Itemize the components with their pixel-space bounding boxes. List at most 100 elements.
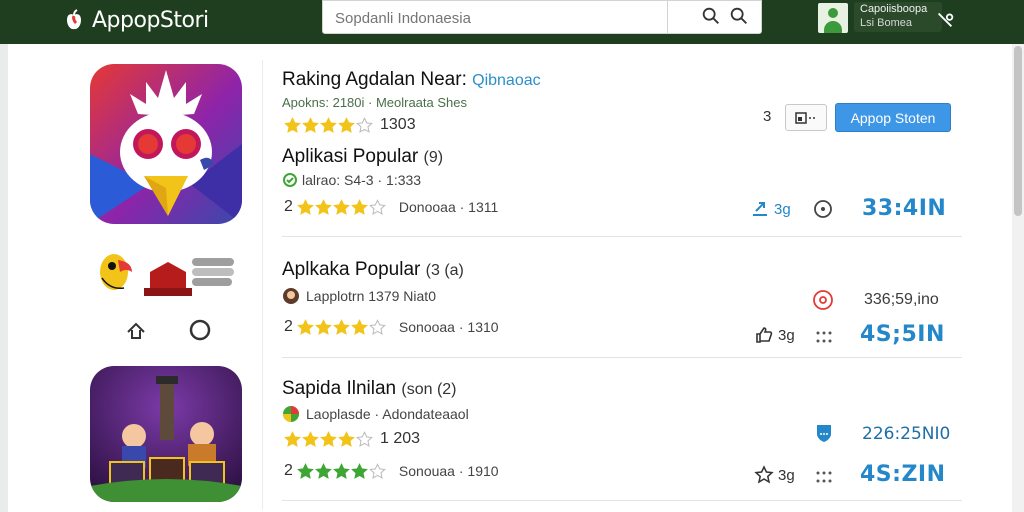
star-empty-icon [369, 318, 386, 336]
listing-4-price[interactable]: 4S:ZIN [860, 462, 946, 487]
listing-3-title[interactable]: Aplkaka Popular (3 (a) [282, 259, 464, 281]
listing-3-title-paren: (3 (a) [425, 262, 464, 279]
app-icon-game[interactable] [90, 366, 242, 502]
listing-1-title-text: Raking Agdalan Near: [282, 69, 467, 90]
listing-1-count: 3 [763, 108, 772, 125]
install-button[interactable]: Appop Stoten [835, 103, 951, 132]
row-divider [282, 357, 962, 358]
grid-dots-icon[interactable] [813, 326, 835, 348]
star-filled-icon [338, 430, 355, 448]
rating-stars [297, 318, 387, 336]
rating-value: 1303 [380, 116, 416, 133]
app-icon-bird[interactable] [90, 64, 242, 224]
star-empty-icon [356, 116, 373, 134]
more-options-button[interactable] [785, 104, 827, 131]
search-bar [322, 0, 762, 34]
listing-2-meta-row: lalrao: S4-3 · 1:333 [282, 172, 421, 188]
user-menu-icon[interactable] [934, 8, 960, 30]
listing-2-share-action[interactable]: 3g [750, 199, 791, 219]
user-name: Capoiisboopa [860, 3, 928, 15]
developer-avatar-icon [283, 288, 299, 304]
listing-2-title-text: Aplikasi Popular [282, 146, 419, 167]
rating-label: Sonouaa · 1910 [398, 463, 499, 479]
avatar-body [824, 21, 842, 33]
book-mini-icon [144, 262, 192, 296]
listing-4-title-paren: (son (2) [401, 381, 457, 398]
info-icon[interactable] [812, 198, 834, 220]
star-empty-icon [369, 462, 386, 480]
shield-icon[interactable] [813, 422, 835, 444]
action-label: 3g [778, 466, 795, 484]
scroll-thumb[interactable] [1014, 46, 1022, 216]
check-circle-icon [283, 173, 297, 187]
search-input[interactable] [335, 7, 655, 29]
star-empty-icon [356, 430, 373, 448]
rating-stars [297, 462, 387, 480]
listing-1-title[interactable]: Raking Agdalan Near: Qibnaoac [282, 69, 541, 91]
star-outline-icon [754, 465, 774, 484]
search-divider [667, 1, 668, 34]
star-filled-icon [284, 116, 301, 134]
rating-stars [297, 198, 387, 216]
listing-4-title-text: Sapida Ilnilan [282, 378, 397, 399]
star-filled-icon [315, 198, 332, 216]
star-filled-icon [297, 318, 314, 336]
star-filled-icon [297, 462, 314, 480]
star-filled-icon [302, 116, 319, 134]
brand[interactable]: AppopStori [62, 6, 209, 34]
listing-1-rating: 1303 [280, 116, 416, 134]
listing-3-price-top: 336;59,ino [864, 291, 939, 308]
action-label: 3g [778, 326, 795, 344]
star-filled-icon [333, 318, 350, 336]
star-filled-icon [284, 430, 301, 448]
listing-2-title[interactable]: Aplikasi Popular (9) [282, 146, 443, 168]
row-divider [282, 236, 962, 237]
action-label: 3g [774, 200, 791, 218]
listing-3-like-action[interactable]: 3g [754, 325, 795, 345]
listing-1-meta: Apokns: 2180i · Meolraata Shes [282, 95, 467, 110]
star-filled-icon [302, 430, 319, 448]
listing-4-title[interactable]: Sapida Ilnilan (son (2) [282, 378, 457, 400]
star-filled-icon [297, 198, 314, 216]
search-icon[interactable] [700, 5, 724, 29]
avatar-head [828, 8, 838, 18]
thumbs-up-icon [756, 327, 773, 343]
star-empty-icon [369, 198, 386, 216]
listing-2-meta: lalrao: S4-3 · 1:333 [302, 172, 422, 188]
star-filled-icon [315, 318, 332, 336]
rating-label: Donooaa · 1311 [398, 199, 499, 215]
listing-3-rating: 2 Sonooaa · 1310 [284, 318, 499, 336]
parrot-mini-icon [100, 254, 132, 290]
search-icon-alt[interactable] [728, 5, 752, 29]
star-filled-icon [338, 116, 355, 134]
rating-value: 1 203 [380, 430, 421, 447]
user-avatar[interactable] [818, 3, 848, 33]
user-account[interactable]: Capoiisboopa Lsi Bomea [854, 2, 942, 32]
at-sign-icon[interactable] [812, 289, 834, 311]
apple-logo-icon [62, 8, 86, 32]
star-filled-icon [333, 462, 350, 480]
star-filled-icon [320, 430, 337, 448]
listing-1-title-sub[interactable]: Qibnaoac [472, 72, 541, 89]
top-bar: AppopStori Capoiisboopa Lsi Bomea [0, 0, 1024, 44]
listing-2-price[interactable]: 33:4IN [862, 196, 946, 221]
listing-4-star-action[interactable]: 3g [754, 465, 795, 485]
rating-label: Sonooaa · 1310 [398, 319, 499, 335]
listing-3-meta: Lapplotrn 1379 Niat0 [306, 288, 436, 304]
developer-logo-icon [283, 406, 299, 422]
listing-3-title-text: Aplkaka Popular [282, 259, 421, 280]
share-icon [753, 202, 767, 216]
star-filled-icon [320, 116, 337, 134]
rating-prefix: 2 [284, 462, 293, 479]
rating-stars [284, 116, 374, 134]
listing-2-title-paren: (9) [423, 149, 444, 166]
star-filled-icon [333, 198, 350, 216]
rating-prefix: 2 [284, 318, 293, 335]
rating-stars [284, 430, 374, 448]
listing-3-price[interactable]: 4S;5IN [860, 322, 945, 347]
scrollbar[interactable] [1012, 44, 1024, 512]
star-filled-icon [315, 462, 332, 480]
star-filled-icon [351, 462, 368, 480]
brand-name: AppopStori [92, 7, 209, 33]
grid-dots-icon[interactable] [813, 466, 835, 488]
